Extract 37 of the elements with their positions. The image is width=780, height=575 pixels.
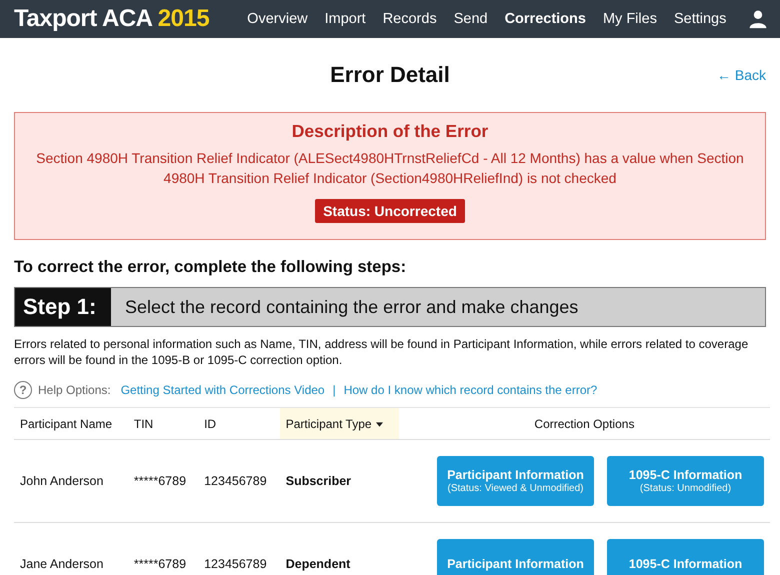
help-link[interactable]: Getting Started with Corrections Video	[120, 383, 325, 397]
table-cell: Subscriber	[280, 440, 399, 522]
nav-link[interactable]: Records	[382, 11, 437, 27]
table-cell: *****6789	[128, 522, 198, 575]
nav-link[interactable]: Import	[324, 11, 366, 27]
nav-link[interactable]: My Files	[602, 11, 657, 27]
error-heading: Description of the Error	[290, 121, 490, 142]
column-header[interactable]: TIN	[128, 408, 198, 440]
column-header[interactable]: Participant Name	[14, 408, 128, 440]
table-cell: *****6789	[128, 440, 198, 522]
step-text: Select the record containing the error and make changes	[124, 296, 578, 318]
page-title: Error Detail	[330, 62, 450, 88]
step-number: Step 1:	[15, 288, 111, 326]
nav-link[interactable]: Corrections	[504, 11, 586, 27]
nav-link[interactable]: Overview	[247, 11, 308, 27]
help-label: Help Options:	[38, 383, 111, 397]
help-link[interactable]: How do I know which record contains the error?	[344, 383, 598, 397]
table-cell: Jane Anderson	[14, 522, 128, 575]
status-badge: Status: Uncorrected	[315, 199, 465, 223]
nav-link[interactable]: Settings	[674, 11, 726, 27]
column-header[interactable]: Correction Options	[398, 408, 770, 440]
help-icon: ?	[14, 381, 32, 399]
table-cell: Dependent	[280, 522, 399, 575]
steps-heading: To correct the error, complete the following steps:	[14, 258, 408, 277]
table-cell: 123456789	[198, 440, 280, 522]
nav-link[interactable]: Send	[454, 11, 488, 27]
error-message: Section 4980H Transition Relief Indicator (ALESect4980HTrnstReliefCd - All 12 Months) has a value when Section 4980H Transition Relief Indicator (Section4980HReliefInd) is not checked	[35, 149, 745, 188]
table-cell: John Anderson	[14, 440, 128, 522]
column-header[interactable]: Participant Type	[280, 408, 399, 440]
brand-logo[interactable]: Taxport ACA 2015	[14, 5, 210, 33]
column-header[interactable]: ID	[198, 408, 280, 440]
table-cell: 123456789	[198, 522, 280, 575]
info-text: Errors related to personal information such as Name, TIN, address will be found in Participant Information, while errors related to coverage errors will be found in the 1095-B or 1095-C correction option.	[14, 336, 750, 368]
back-link[interactable]: ← Back	[716, 67, 766, 83]
link-separator: |	[332, 383, 336, 397]
user-icon[interactable]	[748, 9, 768, 29]
caret-icon	[376, 422, 383, 427]
